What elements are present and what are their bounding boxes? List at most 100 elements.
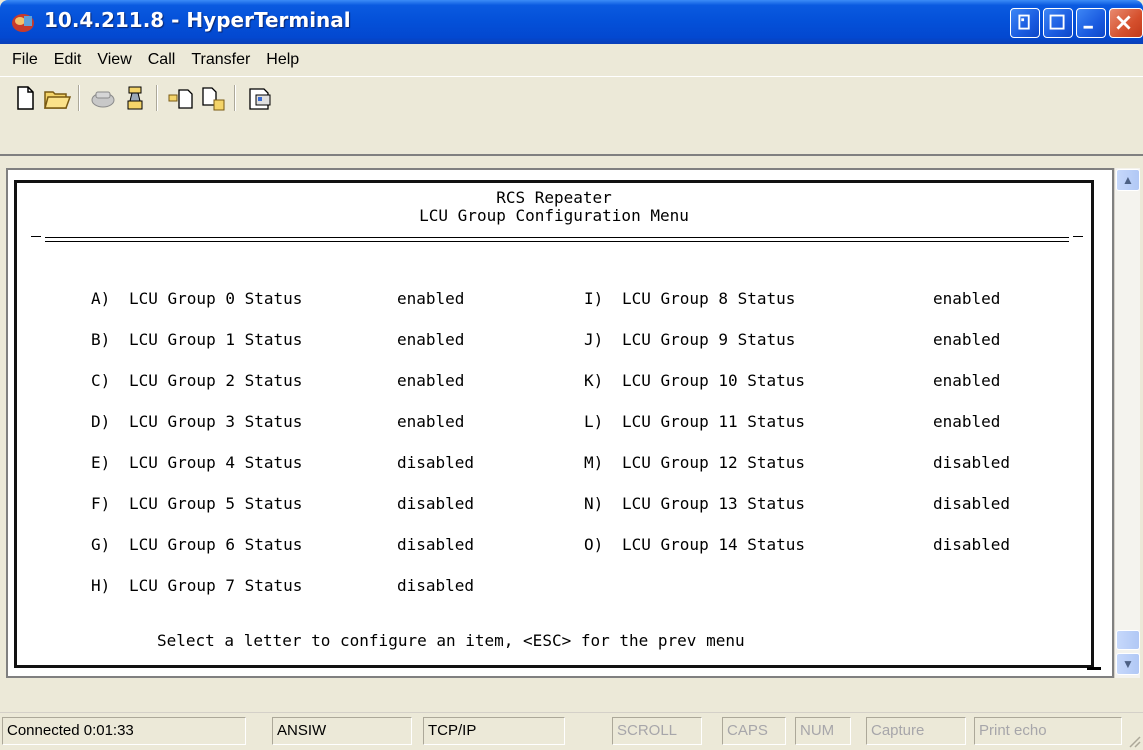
menu-option-key: M) [584, 453, 604, 472]
toolbar-separator [78, 85, 80, 111]
toolbar-separator [156, 85, 158, 111]
menu-file[interactable]: File [4, 51, 46, 69]
menu-option-label: LCU Group 4 Status [129, 453, 303, 472]
menu-option-label: LCU Group 13 Status [622, 494, 806, 513]
menu-option-status: disabled [933, 494, 1011, 513]
hyperterminal-app-icon [12, 14, 34, 32]
menu-option-status: enabled [933, 330, 1001, 349]
menu-option-status: enabled [933, 371, 1001, 390]
menu-option-label: LCU Group 7 Status [129, 576, 303, 595]
menu-option-key: F) [91, 494, 111, 513]
menu-transfer[interactable]: Transfer [183, 51, 258, 69]
chevron-up-icon: ▲ [1122, 173, 1134, 187]
divider-tick-left [31, 236, 41, 237]
menu-option-status: enabled [933, 289, 1001, 308]
terminal-frame: RCS Repeater LCU Group Configuration Men… [0, 154, 1143, 684]
menu-option-label: LCU Group 12 Status [622, 453, 806, 472]
status-num: NUM [795, 717, 851, 745]
menu-option-label: LCU Group 14 Status [622, 535, 806, 554]
help-icon [1018, 14, 1030, 30]
menu-option-label: LCU Group 0 Status [129, 289, 303, 308]
menu-option-label: LCU Group 10 Status [622, 371, 806, 390]
menu-option-key: E) [91, 453, 111, 472]
menu-option-label: LCU Group 8 Status [622, 289, 796, 308]
menu-option-key: A) [91, 289, 111, 308]
status-print-echo: Print echo [974, 717, 1122, 745]
menu-option-status: enabled [397, 289, 465, 308]
menu-option-status: disabled [933, 453, 1011, 472]
status-capture: Capture [866, 717, 966, 745]
menu-call[interactable]: Call [140, 51, 184, 69]
menu-option-label: LCU Group 9 Status [622, 330, 796, 349]
menu-option-key: K) [584, 371, 604, 390]
minimize-icon [1083, 25, 1093, 29]
send-icon[interactable] [166, 83, 196, 113]
menu-option-key: B) [91, 330, 111, 349]
terminal-title-line-1: RCS Repeater [496, 188, 612, 207]
status-caps: CAPS [722, 717, 786, 745]
status-bar: Connected 0:01:33 ANSIW TCP/IP SCROLL CA… [0, 712, 1143, 750]
window-title: 10.4.211.8 - HyperTerminal [44, 8, 351, 32]
menu-help[interactable]: Help [258, 51, 307, 69]
terminal-screen[interactable]: RCS Repeater LCU Group Configuration Men… [6, 168, 1114, 678]
menu-option-status: enabled [397, 371, 465, 390]
menu-view[interactable]: View [89, 51, 139, 69]
resize-grip-icon[interactable] [1127, 734, 1141, 748]
menu-option-key: G) [91, 535, 111, 554]
toolbar [0, 76, 1143, 154]
help-button[interactable] [1010, 8, 1040, 38]
menu-option-key: C) [91, 371, 111, 390]
connect-icon[interactable] [120, 83, 150, 113]
menu-option-key: D) [91, 412, 111, 431]
menu-option-label: LCU Group 11 Status [622, 412, 806, 431]
menu-option-label: LCU Group 6 Status [129, 535, 303, 554]
menu-option-label: LCU Group 3 Status [129, 412, 303, 431]
menu-option-key: J) [584, 330, 604, 349]
close-icon [1116, 15, 1131, 30]
menu-option-key: N) [584, 494, 604, 513]
chevron-down-icon: ▼ [1122, 657, 1134, 671]
scroll-thumb[interactable] [1116, 630, 1140, 650]
scroll-up-button[interactable]: ▲ [1116, 169, 1140, 191]
open-icon[interactable] [42, 83, 72, 113]
vertical-scrollbar[interactable]: ▲ ▼ [1114, 168, 1140, 678]
title-bar[interactable]: 10.4.211.8 - HyperTerminal [0, 0, 1143, 44]
menu-option-status: enabled [933, 412, 1001, 431]
terminal-menu-box: RCS Repeater LCU Group Configuration Men… [14, 180, 1101, 670]
status-emulation: ANSIW [272, 717, 412, 745]
scroll-down-button[interactable]: ▼ [1116, 653, 1140, 675]
close-button[interactable] [1109, 8, 1143, 38]
terminal-title: RCS Repeater LCU Group Configuration Men… [17, 189, 1091, 225]
terminal-title-line-2: LCU Group Configuration Menu [419, 206, 689, 225]
menu-option-status: disabled [397, 576, 475, 595]
menu-option-key: H) [91, 576, 111, 595]
receive-icon[interactable] [198, 83, 228, 113]
status-transport: TCP/IP [423, 717, 565, 745]
menu-option-status: disabled [397, 453, 475, 472]
status-connected: Connected 0:01:33 [2, 717, 246, 745]
new-icon[interactable] [10, 83, 40, 113]
toolbar-separator [234, 85, 236, 111]
menu-option-key: L) [584, 412, 604, 431]
menu-option-status: disabled [933, 535, 1011, 554]
menu-option-label: LCU Group 5 Status [129, 494, 303, 513]
menu-option-status: disabled [397, 535, 475, 554]
restore-icon [1049, 14, 1065, 30]
terminal-cursor [1087, 667, 1101, 670]
divider-tick-right [1073, 236, 1083, 237]
menu-option-status: enabled [397, 412, 465, 431]
properties-icon[interactable] [244, 83, 274, 113]
disconnect-icon[interactable] [88, 83, 118, 113]
terminal-prompt: Select a letter to configure an item, <E… [157, 631, 745, 650]
menu-bar: File Edit View Call Transfer Help [0, 44, 1143, 76]
minimize-button[interactable] [1076, 8, 1106, 38]
terminal-divider [31, 236, 1083, 242]
menu-option-key: O) [584, 535, 604, 554]
menu-option-status: disabled [397, 494, 475, 513]
status-scroll: SCROLL [612, 717, 702, 745]
menu-option-key: I) [584, 289, 604, 308]
menu-option-label: LCU Group 2 Status [129, 371, 303, 390]
menu-option-status: enabled [397, 330, 465, 349]
restore-button[interactable] [1043, 8, 1073, 38]
menu-edit[interactable]: Edit [46, 51, 90, 69]
